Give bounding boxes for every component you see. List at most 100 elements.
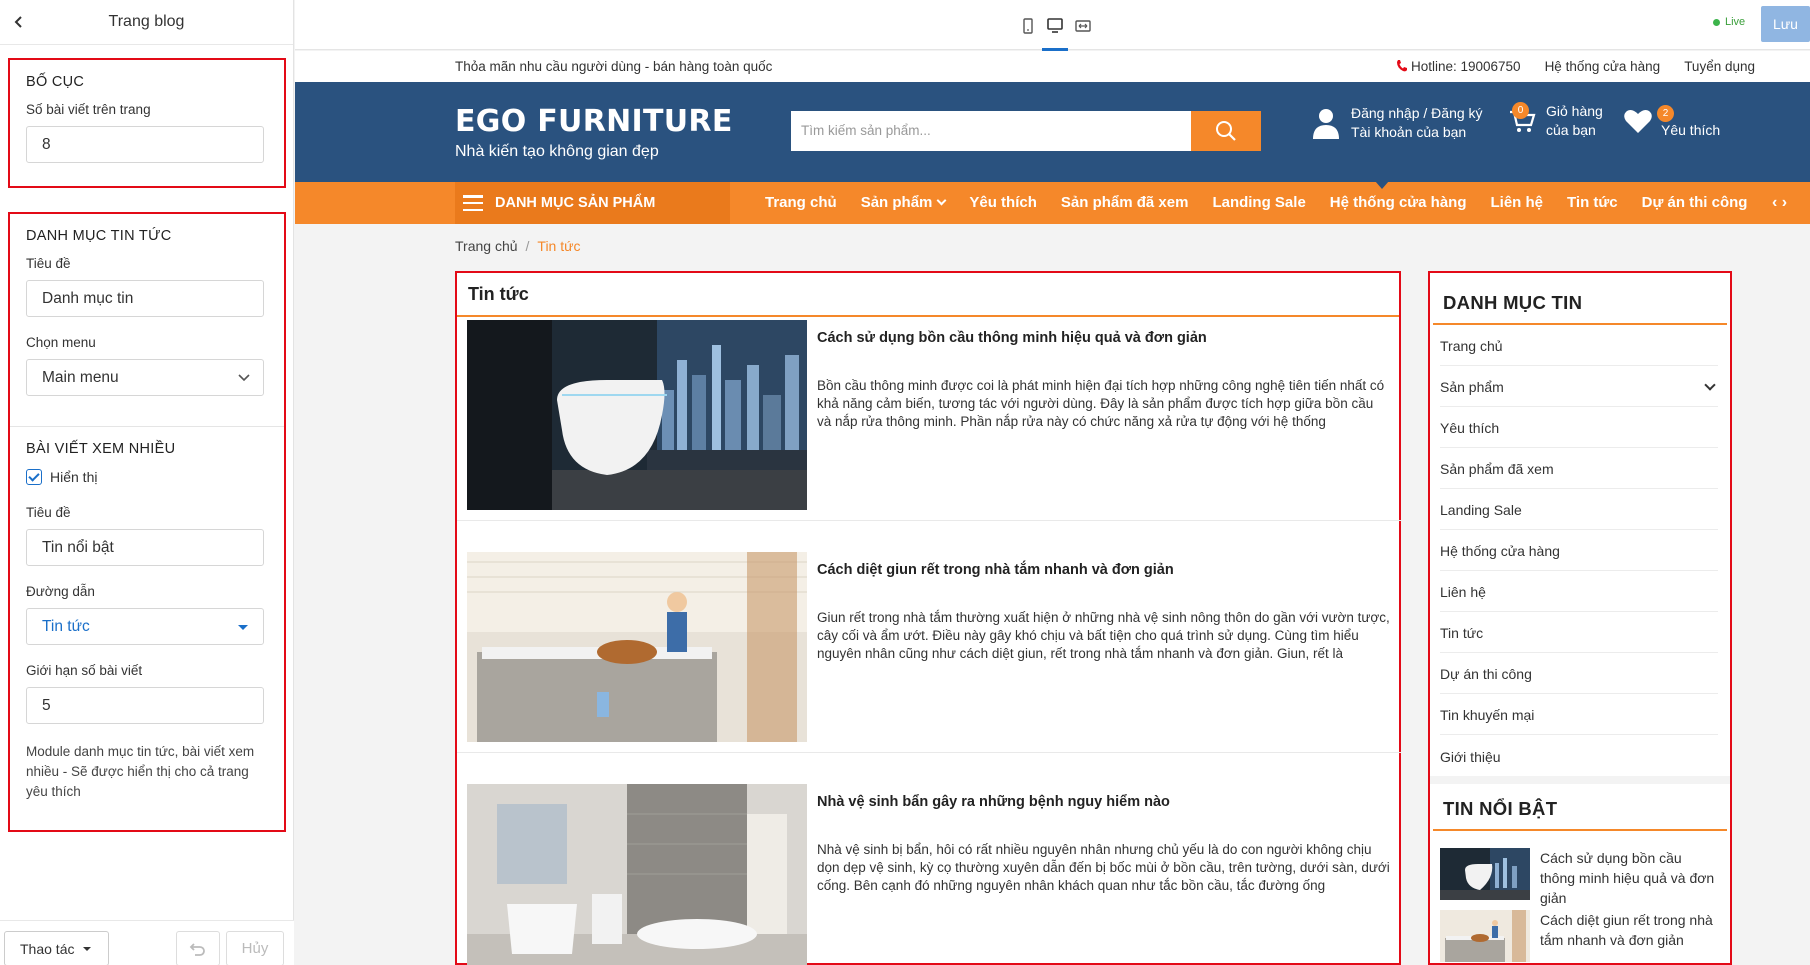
cart-link[interactable]: 0 Giỏ hàng của bạn — [1508, 102, 1603, 140]
nav-item-contact[interactable]: Liên hệ — [1491, 194, 1544, 211]
featured-thumbnail[interactable] — [1440, 910, 1530, 962]
favorites-label: Yêu thích — [1661, 122, 1721, 138]
nav-item-news[interactable]: Tin tức — [1567, 194, 1618, 211]
show-popular-checkbox[interactable]: Hiển thị — [26, 469, 268, 485]
panel-footer: Thao tác Hủy — [0, 920, 294, 965]
checkbox-checked-icon[interactable] — [26, 469, 42, 485]
menu-select-value: Main menu — [42, 368, 119, 386]
active-indicator — [1375, 181, 1389, 189]
divider — [457, 520, 1401, 521]
cart-line1: Giỏ hàng — [1546, 103, 1603, 119]
cancel-button[interactable]: Hủy — [226, 931, 284, 965]
sidebar-item-about[interactable]: Giới thiệu — [1440, 735, 1718, 776]
fullwidth-view-button[interactable] — [1070, 13, 1096, 39]
expand-width-icon — [1075, 20, 1091, 32]
sidebar-item-projects[interactable]: Dự án thi công — [1440, 653, 1718, 694]
hotline-text: Hotline: 19006750 — [1410, 59, 1521, 74]
path-select[interactable]: Tin tức — [26, 608, 264, 645]
cart-line2: của bạn — [1546, 122, 1596, 138]
sidebar-item-label: Tin khuyến mại — [1440, 707, 1535, 723]
popular-title-input[interactable]: Tin nổi bật — [26, 529, 264, 566]
search-button[interactable] — [1191, 111, 1261, 151]
sidebar-item-landing-sale[interactable]: Landing Sale — [1440, 489, 1718, 530]
desktop-view-button[interactable] — [1042, 13, 1068, 51]
featured-item[interactable]: Cách sử dụng bồn cầu thông minh hiệu quả… — [1440, 848, 1720, 908]
breadcrumb-home[interactable]: Trang chủ — [455, 238, 518, 254]
layout-heading: BỐ CỤC — [26, 74, 85, 90]
nav-item-products[interactable]: Sản phẩm — [860, 194, 947, 211]
limit-input[interactable]: 5 — [26, 687, 264, 724]
account-link[interactable]: Đăng nhập / Đăng ký Tài khoản của bạn — [1312, 104, 1483, 142]
nav-item-products-label: Sản phẩm — [860, 194, 933, 211]
sidebar-item-label: Tin tức — [1440, 625, 1484, 641]
actions-dropdown[interactable]: Thao tác — [4, 931, 109, 965]
phone-icon — [1396, 60, 1407, 72]
account-line2: Tài khoản của bạn — [1351, 124, 1467, 140]
editor-panel: Trang blog BỐ CỤC Số bài viết trên trang… — [0, 0, 294, 965]
featured-item[interactable]: Cách diệt giun rết trong nhà tắm nhanh v… — [1440, 910, 1720, 962]
heart-icon: 2 — [1623, 105, 1674, 135]
mobile-view-button[interactable] — [1015, 13, 1041, 39]
news-category-title-input[interactable]: Danh mục tin — [26, 280, 264, 317]
article-title[interactable]: Cách sử dụng bồn cầu thông minh hiệu quả… — [817, 330, 1207, 346]
sidebar-item-label: Sản phẩm đã xem — [1440, 461, 1554, 477]
featured-thumbnail[interactable] — [1440, 848, 1530, 900]
nav-item-projects[interactable]: Dự án thi công — [1642, 194, 1748, 211]
nav-item-viewed[interactable]: Sản phẩm đã xem — [1061, 194, 1189, 211]
chevron-down-icon[interactable] — [1704, 379, 1716, 391]
path-select-value: Tin tức — [42, 617, 90, 635]
jobs-link[interactable]: Tuyển dụng — [1684, 59, 1755, 74]
sidebar-item-viewed[interactable]: Sản phẩm đã xem — [1440, 448, 1718, 489]
sidebar-item-home[interactable]: Trang chủ — [1440, 325, 1718, 366]
back-arrow-icon[interactable] — [8, 10, 30, 34]
hotline[interactable]: Hotline: 19006750 — [1396, 59, 1521, 74]
module-note: Module danh mục tin tức, bài viết xem nh… — [26, 744, 255, 799]
sidebar-item-label: Landing Sale — [1440, 502, 1522, 518]
actions-label: Thao tác — [20, 940, 75, 957]
category-menu-button[interactable]: DANH MỤC SẢN PHẨM — [455, 182, 730, 224]
sidebar-item-promotions[interactable]: Tin khuyến mại — [1440, 694, 1718, 735]
article-excerpt: Giun rết trong nhà tắm thường xuất hiện … — [817, 610, 1390, 661]
article-image[interactable] — [467, 784, 807, 965]
undo-button[interactable] — [176, 931, 220, 965]
panel-header: Trang blog — [0, 0, 293, 45]
nav-item-stores[interactable]: Hệ thống cửa hàng — [1330, 194, 1467, 211]
status-dot-icon — [1713, 18, 1720, 26]
article-excerpt: Nhà vệ sinh bị bẩn, hôi có rất nhiều ngu… — [817, 842, 1390, 893]
user-icon — [1313, 109, 1339, 139]
desktop-icon — [1047, 18, 1063, 33]
article-image[interactable] — [467, 552, 807, 742]
sidebar-item-label: Dự án thi công — [1440, 666, 1532, 682]
sidebar-item-favorites[interactable]: Yêu thích — [1440, 407, 1718, 448]
posts-per-page-input[interactable]: 8 — [26, 126, 264, 163]
posts-per-page-label: Số bài viết trên trang — [26, 102, 151, 117]
featured-title[interactable]: Cách sử dụng bồn cầu thông minh hiệu quả… — [1540, 848, 1720, 908]
section-gap — [1430, 776, 1730, 784]
sidebar-item-contact[interactable]: Liên hệ — [1440, 571, 1718, 612]
sidebar-item-stores[interactable]: Hệ thống cửa hàng — [1440, 530, 1718, 571]
article-image[interactable] — [467, 320, 807, 510]
nav-scroll-arrows[interactable]: ‹ › — [1768, 194, 1788, 212]
slogan: Thỏa mãn nhu cầu người dùng - bán hàng t… — [455, 59, 773, 74]
news-category-title-label: Tiêu đề — [26, 256, 71, 271]
site-logo[interactable]: EGO FURNITURE — [455, 104, 733, 139]
article-excerpt: Bồn cầu thông minh được coi là phát minh… — [817, 378, 1385, 429]
sidebar-item-news[interactable]: Tin tức — [1440, 612, 1718, 653]
breadcrumb-separator: / — [525, 238, 530, 254]
featured-title[interactable]: Cách diệt giun rết trong nhà tắm nhanh v… — [1540, 910, 1720, 962]
stores-link[interactable]: Hệ thống cửa hàng — [1545, 59, 1661, 74]
undo-icon — [189, 942, 205, 956]
save-button[interactable]: Lưu — [1761, 6, 1810, 42]
article-title[interactable]: Cách diệt giun rết trong nhà tắm nhanh v… — [817, 562, 1174, 578]
nav-item-landing-sale[interactable]: Landing Sale — [1212, 194, 1305, 211]
article-title[interactable]: Nhà vệ sinh bẩn gây ra những bệnh nguy h… — [817, 794, 1170, 810]
main-navbar: DANH MỤC SẢN PHẨM Trang chủ Sản phẩm Yêu… — [295, 181, 1810, 224]
menu-select[interactable]: Main menu — [26, 359, 264, 396]
featured-heading: TIN NỔI BẬT — [1433, 784, 1727, 831]
sidebar-item-label: Yêu thích — [1440, 420, 1500, 436]
nav-item-home[interactable]: Trang chủ — [765, 194, 837, 211]
nav-item-favorites[interactable]: Yêu thích — [969, 194, 1037, 211]
favorites-link[interactable]: 2 Yêu thích — [1623, 104, 1720, 138]
search-input[interactable]: Tìm kiếm sản phẩm... — [791, 111, 1193, 151]
sidebar-item-products[interactable]: Sản phẩm — [1440, 366, 1718, 407]
